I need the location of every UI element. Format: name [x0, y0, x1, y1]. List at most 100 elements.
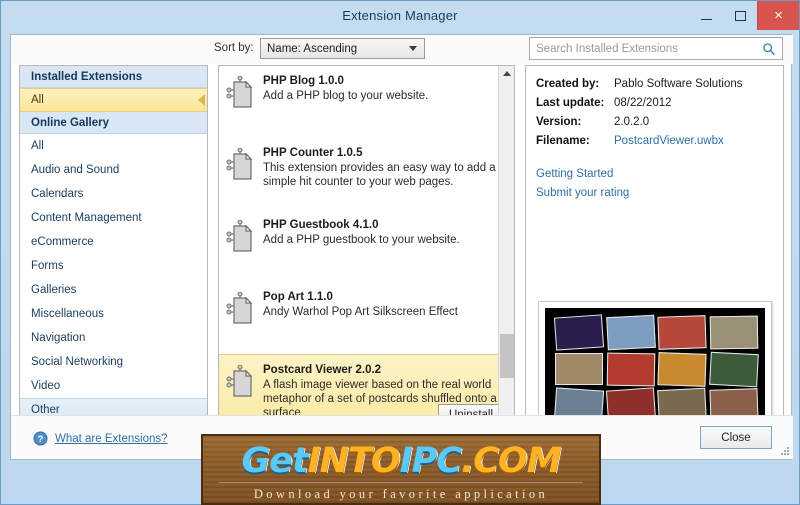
search-icon	[763, 43, 775, 56]
sidebar-item-ecommerce[interactable]: eCommerce	[20, 230, 207, 254]
sidebar-item-label: All	[31, 94, 44, 106]
list-item[interactable]: PHP Guestbook 4.1.0 Add a PHP guestbook …	[219, 210, 514, 282]
extension-plugin-icon	[225, 75, 257, 110]
help-circle-icon: ?	[33, 431, 48, 446]
extension-name: PHP Blog 1.0.0	[263, 75, 344, 87]
extension-preview: PostcardViewer	[538, 301, 772, 415]
watermark-divider	[219, 482, 583, 483]
extension-plugin-icon	[225, 364, 257, 399]
sidebar-item-installed-all[interactable]: All	[20, 88, 207, 112]
detail-value: 08/22/2012	[614, 97, 672, 109]
screenshot-root: Extension Manager × Sort by: Name: Ascen…	[0, 0, 800, 505]
sidebar-item-audio-and-sound[interactable]: Audio and Sound	[20, 158, 207, 182]
postcard-thumbnail	[657, 387, 707, 415]
what-are-extensions-link[interactable]: ? What are Extensions?	[33, 431, 168, 446]
details-links: Getting Started Submit your rating	[526, 151, 783, 203]
list-item-text: Pop Art 1.1.0 Andy Warhol Pop Art Silksc…	[263, 290, 504, 346]
category-sidebar[interactable]: Installed Extensions All Online Gallery …	[19, 65, 208, 416]
sidebar-item-galleries[interactable]: Galleries	[20, 278, 207, 302]
sidebar-header-installed: Installed Extensions	[20, 66, 207, 88]
minimize-icon	[700, 18, 712, 20]
list-item[interactable]: PHP Blog 1.0.0 Add a PHP blog to your we…	[219, 66, 514, 138]
list-item-text: PHP Guestbook 4.1.0 Add a PHP guestbook …	[263, 218, 504, 274]
close-window-button[interactable]: ×	[757, 1, 799, 30]
chevron-up-icon[interactable]	[503, 71, 511, 76]
extension-plugin-icon	[225, 291, 257, 326]
preview-canvas: PostcardViewer	[545, 308, 765, 415]
extension-details-panel: Created by: Pablo Software Solutions Las…	[525, 65, 784, 416]
watermark-logo: GetINTOIPC.COM	[203, 442, 599, 480]
sidebar-item-label: Calendars	[31, 188, 84, 200]
postcard-thumbnail	[606, 352, 655, 386]
sort-by-value: Name: Ascending	[267, 42, 358, 55]
postcard-thumbnail	[605, 387, 656, 415]
detail-key: Filename:	[536, 135, 590, 147]
sidebar-item-label: All	[31, 140, 44, 152]
postcard-thumbnail	[555, 352, 603, 385]
postcard-thumbnail	[708, 388, 758, 415]
sidebar-item-label: Forms	[31, 260, 64, 272]
sidebar-item-label: Miscellaneous	[31, 308, 104, 320]
extension-description: Add a PHP guestbook to your website.	[263, 234, 460, 246]
maximize-button[interactable]	[723, 1, 757, 30]
close-dialog-button[interactable]: Close	[700, 426, 772, 449]
postcard-thumbnail-grid	[553, 314, 758, 415]
sidebar-item-label: Navigation	[31, 332, 86, 344]
postcard-thumbnail	[708, 351, 758, 387]
sidebar-item-label: Video	[31, 380, 61, 392]
minimize-button[interactable]	[689, 1, 723, 30]
sidebar-item-label: Content Management	[31, 212, 142, 224]
search-placeholder: Search Installed Extensions	[536, 42, 678, 55]
extension-plugin-icon	[225, 219, 257, 254]
sidebar-item-other[interactable]: Other	[20, 398, 207, 415]
sidebar-header-online-gallery: Online Gallery	[20, 112, 207, 134]
sort-by-label: Sort by:	[214, 42, 254, 54]
list-scrollbar[interactable]	[498, 66, 514, 415]
postcard-thumbnail	[553, 387, 604, 415]
watermark-banner: GetINTOIPC.COM Download your favorite ap…	[201, 434, 601, 505]
postcard-thumbnail	[657, 351, 707, 386]
extension-name: PHP Counter 1.0.5	[263, 147, 363, 159]
extension-description: Andy Warhol Pop Art Silkscreen Effect	[263, 306, 458, 318]
list-item-text: PHP Blog 1.0.0 Add a PHP blog to your we…	[263, 74, 504, 130]
detail-row-filename: Filename: PostcardViewer.uwbx	[536, 132, 783, 151]
search-input[interactable]: Search Installed Extensions	[529, 37, 783, 60]
watermark-part-com: .COM	[460, 441, 562, 481]
svg-text:?: ?	[38, 434, 44, 444]
submit-rating-link[interactable]: Submit your rating	[536, 184, 783, 203]
extension-name: Postcard Viewer 2.0.2	[263, 364, 382, 376]
sidebar-item-label: Social Networking	[31, 356, 124, 368]
watermark-part-ipc: IPC	[399, 441, 462, 481]
list-item[interactable]: PHP Counter 1.0.5 This extension provide…	[219, 138, 514, 210]
detail-value: 2.0.2.0	[614, 116, 650, 128]
postcard-thumbnail	[605, 314, 655, 350]
extension-name: PHP Guestbook 4.1.0	[263, 219, 379, 231]
sort-by-select[interactable]: Name: Ascending	[260, 38, 425, 59]
maximize-icon	[734, 10, 746, 21]
extension-list[interactable]: PHP Blog 1.0.0 Add a PHP blog to your we…	[218, 65, 515, 416]
getting-started-link[interactable]: Getting Started	[536, 165, 783, 184]
resize-grip-icon[interactable]	[778, 445, 790, 457]
postcard-thumbnail	[553, 314, 604, 351]
sidebar-item-label: eCommerce	[31, 236, 94, 248]
sidebar-item-video[interactable]: Video	[20, 374, 207, 398]
sidebar-item-content-management[interactable]: Content Management	[20, 206, 207, 230]
client-area: Sort by: Name: Ascending Search Installe…	[10, 34, 793, 460]
extension-description: Add a PHP blog to your website.	[263, 90, 429, 102]
chevron-left-icon	[198, 94, 205, 106]
list-item[interactable]: Pop Art 1.1.0 Andy Warhol Pop Art Silksc…	[219, 282, 514, 354]
watermark-part-into: INTO	[307, 441, 401, 481]
sidebar-item-calendars[interactable]: Calendars	[20, 182, 207, 206]
sidebar-item-navigation[interactable]: Navigation	[20, 326, 207, 350]
detail-value-filename-link[interactable]: PostcardViewer.uwbx	[614, 132, 724, 151]
sidebar-item-label: Galleries	[31, 284, 77, 296]
list-item-selected[interactable]: Postcard Viewer 2.0.2 A flash image view…	[219, 354, 514, 415]
extension-manager-window: Extension Manager × Sort by: Name: Ascen…	[0, 0, 800, 505]
sidebar-item-miscellaneous[interactable]: Miscellaneous	[20, 302, 207, 326]
toolbar: Sort by: Name: Ascending Search Installe…	[11, 35, 793, 64]
sidebar-item-social-networking[interactable]: Social Networking	[20, 350, 207, 374]
sidebar-item-all[interactable]: All	[20, 134, 207, 158]
help-link-label: What are Extensions?	[55, 432, 168, 445]
sidebar-item-forms[interactable]: Forms	[20, 254, 207, 278]
scrollbar-thumb[interactable]	[500, 334, 514, 378]
